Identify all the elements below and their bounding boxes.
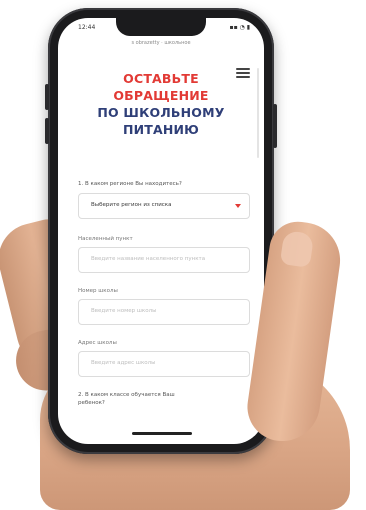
region-select-value: Выберите регион из списка bbox=[91, 202, 172, 208]
appeal-form: 1. В каком регионе Вы находитесь? Выбери… bbox=[78, 180, 250, 407]
question-region-label: 1. В каком регионе Вы находитесь? bbox=[78, 181, 182, 187]
school-address-label: Адрес школы bbox=[78, 340, 117, 346]
settlement-label: Населенный пункт bbox=[78, 236, 133, 242]
status-bar: 12:44 ▪▪ ◔ ▮ bbox=[58, 18, 264, 38]
school-number-placeholder: Введите номер школы bbox=[91, 308, 157, 314]
school-number-input[interactable]: Введите номер школы bbox=[78, 299, 250, 325]
volume-down-button bbox=[45, 118, 49, 144]
school-address-input[interactable]: Введите адрес школы bbox=[78, 351, 250, 377]
page-title: ОСТАВЬТЕ ОБРАЩЕНИЕ ПО ШКОЛЬНОМУ ПИТАНИЮ bbox=[58, 70, 264, 138]
school-number-label: Номер школы bbox=[78, 288, 118, 294]
phone-screen: 12:44 ▪▪ ◔ ▮ s obrazetty · школьное ОСТА… bbox=[58, 18, 264, 444]
title-line-4: ПИТАНИЮ bbox=[122, 122, 200, 137]
home-indicator[interactable] bbox=[132, 432, 192, 435]
school-address-placeholder: Введите адрес школы bbox=[91, 360, 156, 366]
status-icons: ▪▪ ◔ ▮ bbox=[229, 24, 250, 31]
chevron-down-icon bbox=[235, 204, 241, 208]
status-time: 12:44 bbox=[78, 24, 96, 31]
power-button bbox=[273, 104, 277, 148]
volume-up-button bbox=[45, 84, 49, 110]
question-grade-label: 2. В каком классе обучается Ваш ребенок? bbox=[78, 392, 175, 406]
title-line-3: ПО ШКОЛЬНОМУ bbox=[97, 105, 225, 120]
settlement-placeholder: Введите название населенного пункта bbox=[91, 256, 206, 262]
url-bar[interactable]: s obrazetty · школьное bbox=[58, 40, 264, 46]
settlement-input[interactable]: Введите название населенного пункта bbox=[78, 247, 250, 273]
title-line-1: ОСТАВЬТЕ bbox=[123, 71, 199, 86]
title-line-2: ОБРАЩЕНИЕ bbox=[113, 88, 209, 103]
region-select[interactable]: Выберите регион из списка bbox=[78, 193, 250, 219]
